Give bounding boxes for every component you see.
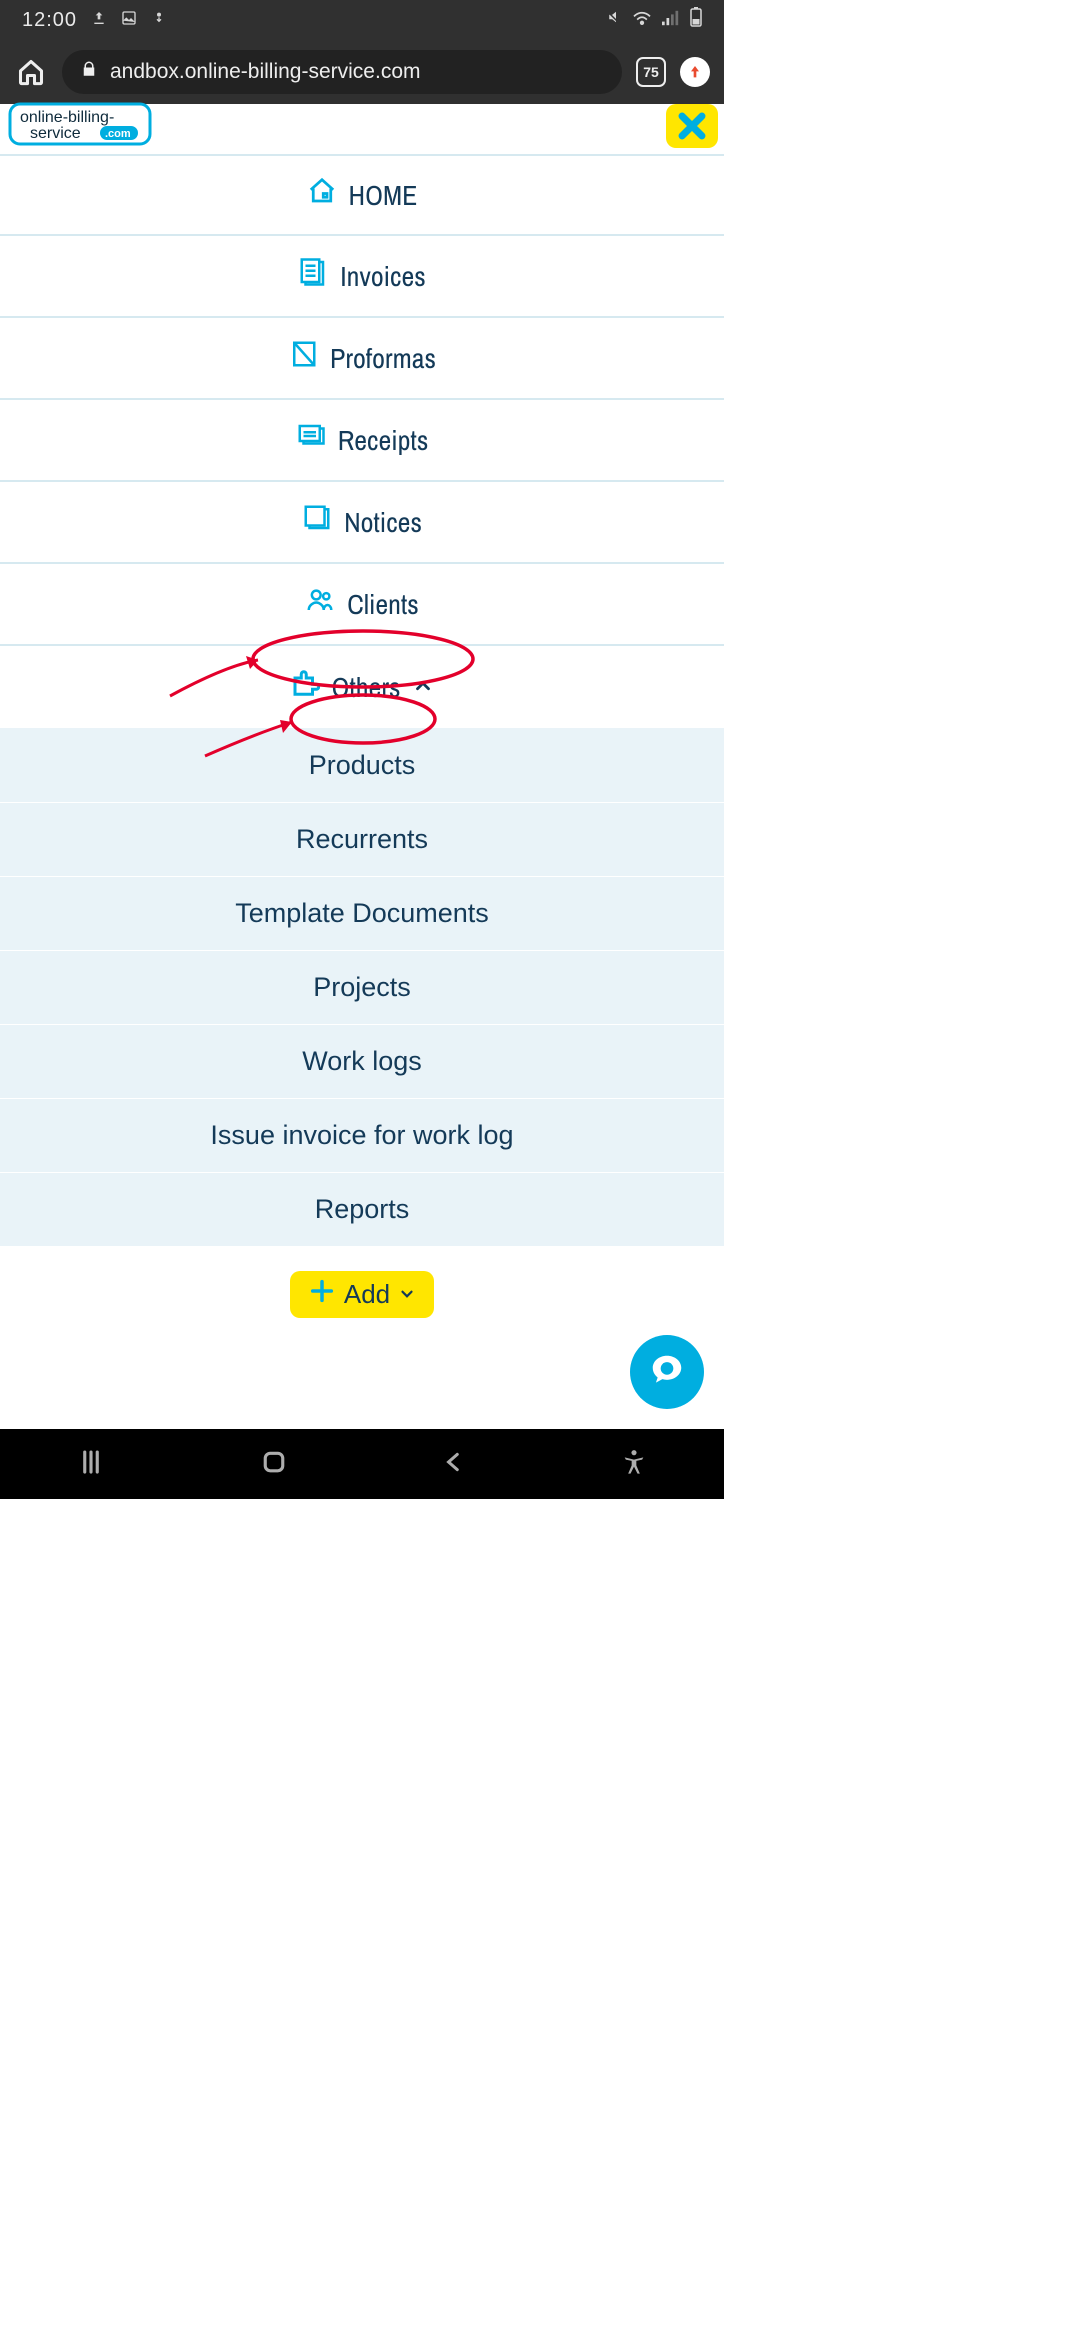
tab-count-button[interactable]: 75 (636, 57, 666, 87)
proformas-icon (288, 339, 318, 378)
android-home-icon[interactable] (259, 1447, 289, 1482)
battery-icon (690, 7, 702, 33)
android-status-bar: 12:00 (0, 0, 724, 40)
menu-item-label: Receipts (338, 421, 429, 459)
sub-item-label: Products (309, 750, 416, 781)
menu-item-label: Others (332, 668, 401, 706)
menu-item-home[interactable]: HOME (0, 154, 724, 236)
sub-item-products[interactable]: Products (0, 728, 724, 802)
signal-icon (662, 9, 680, 32)
menu-item-others[interactable]: Others (0, 646, 724, 728)
chevron-down-icon (398, 1279, 416, 1310)
sub-item-projects[interactable]: Projects (0, 950, 724, 1024)
tab-count-number: 75 (643, 64, 659, 80)
browser-home-button[interactable] (14, 55, 48, 89)
chat-fab[interactable] (630, 1335, 704, 1409)
receipts-icon (296, 421, 326, 460)
plus-icon (308, 1277, 336, 1312)
invoices-icon (298, 257, 328, 296)
sub-item-label: Reports (315, 1194, 410, 1225)
menu-item-label: Proformas (330, 339, 436, 377)
svg-text:service: service (30, 125, 81, 142)
others-submenu: Products Recurrents Template Documents P… (0, 728, 724, 1246)
sub-item-work-logs[interactable]: Work logs (0, 1024, 724, 1098)
sub-item-reports[interactable]: Reports (0, 1172, 724, 1246)
menu-item-receipts[interactable]: Receipts (0, 400, 724, 482)
android-recent-icon[interactable] (76, 1447, 106, 1482)
svg-text:.com: .com (105, 128, 131, 140)
sub-item-label: Template Documents (235, 898, 489, 929)
address-bar[interactable]: andbox.online-billing-service.com (62, 50, 622, 94)
sub-item-recurrents[interactable]: Recurrents (0, 802, 724, 876)
lock-icon (80, 60, 98, 84)
browser-toolbar: andbox.online-billing-service.com 75 (0, 40, 724, 104)
app-logo[interactable]: online-billing- service .com (8, 102, 158, 157)
sub-item-label: Issue invoice for work log (210, 1120, 513, 1151)
main-menu: HOME Invoices Proformas Receipts Notices (0, 154, 724, 1342)
sub-item-label: Work logs (302, 1046, 422, 1077)
chevron-up-icon (412, 668, 434, 706)
menu-item-label: Clients (347, 585, 418, 623)
close-menu-button[interactable] (666, 104, 718, 148)
vibrate-mute-icon (604, 8, 622, 32)
app-header: online-billing- service .com (0, 104, 724, 154)
home-icon (307, 176, 337, 215)
address-url: andbox.online-billing-service.com (110, 60, 421, 84)
upload-icon (91, 9, 107, 32)
chat-icon (648, 1351, 686, 1394)
image-icon (121, 9, 137, 32)
status-clock: 12:00 (22, 9, 77, 32)
android-nav-bar (0, 1429, 724, 1499)
menu-item-label: HOME (349, 176, 418, 214)
sub-item-issue-invoice[interactable]: Issue invoice for work log (0, 1098, 724, 1172)
menu-item-clients[interactable]: Clients (0, 564, 724, 646)
sub-item-label: Recurrents (296, 824, 428, 855)
menu-item-proformas[interactable]: Proformas (0, 318, 724, 400)
page-content: online-billing- service .com HOME Invoic… (0, 104, 724, 1499)
android-accessibility-icon[interactable] (620, 1447, 648, 1482)
clients-icon (305, 585, 335, 624)
svg-text:online-billing-: online-billing- (20, 109, 114, 126)
notices-icon (302, 503, 332, 542)
add-button[interactable]: Add (290, 1271, 434, 1318)
menu-item-invoices[interactable]: Invoices (0, 236, 724, 318)
menu-item-label: Invoices (340, 257, 426, 295)
android-back-icon[interactable] (441, 1447, 467, 1482)
wifi-icon (632, 9, 652, 32)
sub-item-label: Projects (313, 972, 411, 1003)
download-person-icon (151, 9, 167, 32)
sub-item-template-documents[interactable]: Template Documents (0, 876, 724, 950)
add-label: Add (344, 1279, 390, 1310)
add-row: Add (0, 1246, 724, 1342)
extension-badge[interactable] (680, 57, 710, 87)
menu-item-label: Notices (344, 503, 422, 541)
menu-item-notices[interactable]: Notices (0, 482, 724, 564)
puzzle-icon (290, 668, 320, 707)
